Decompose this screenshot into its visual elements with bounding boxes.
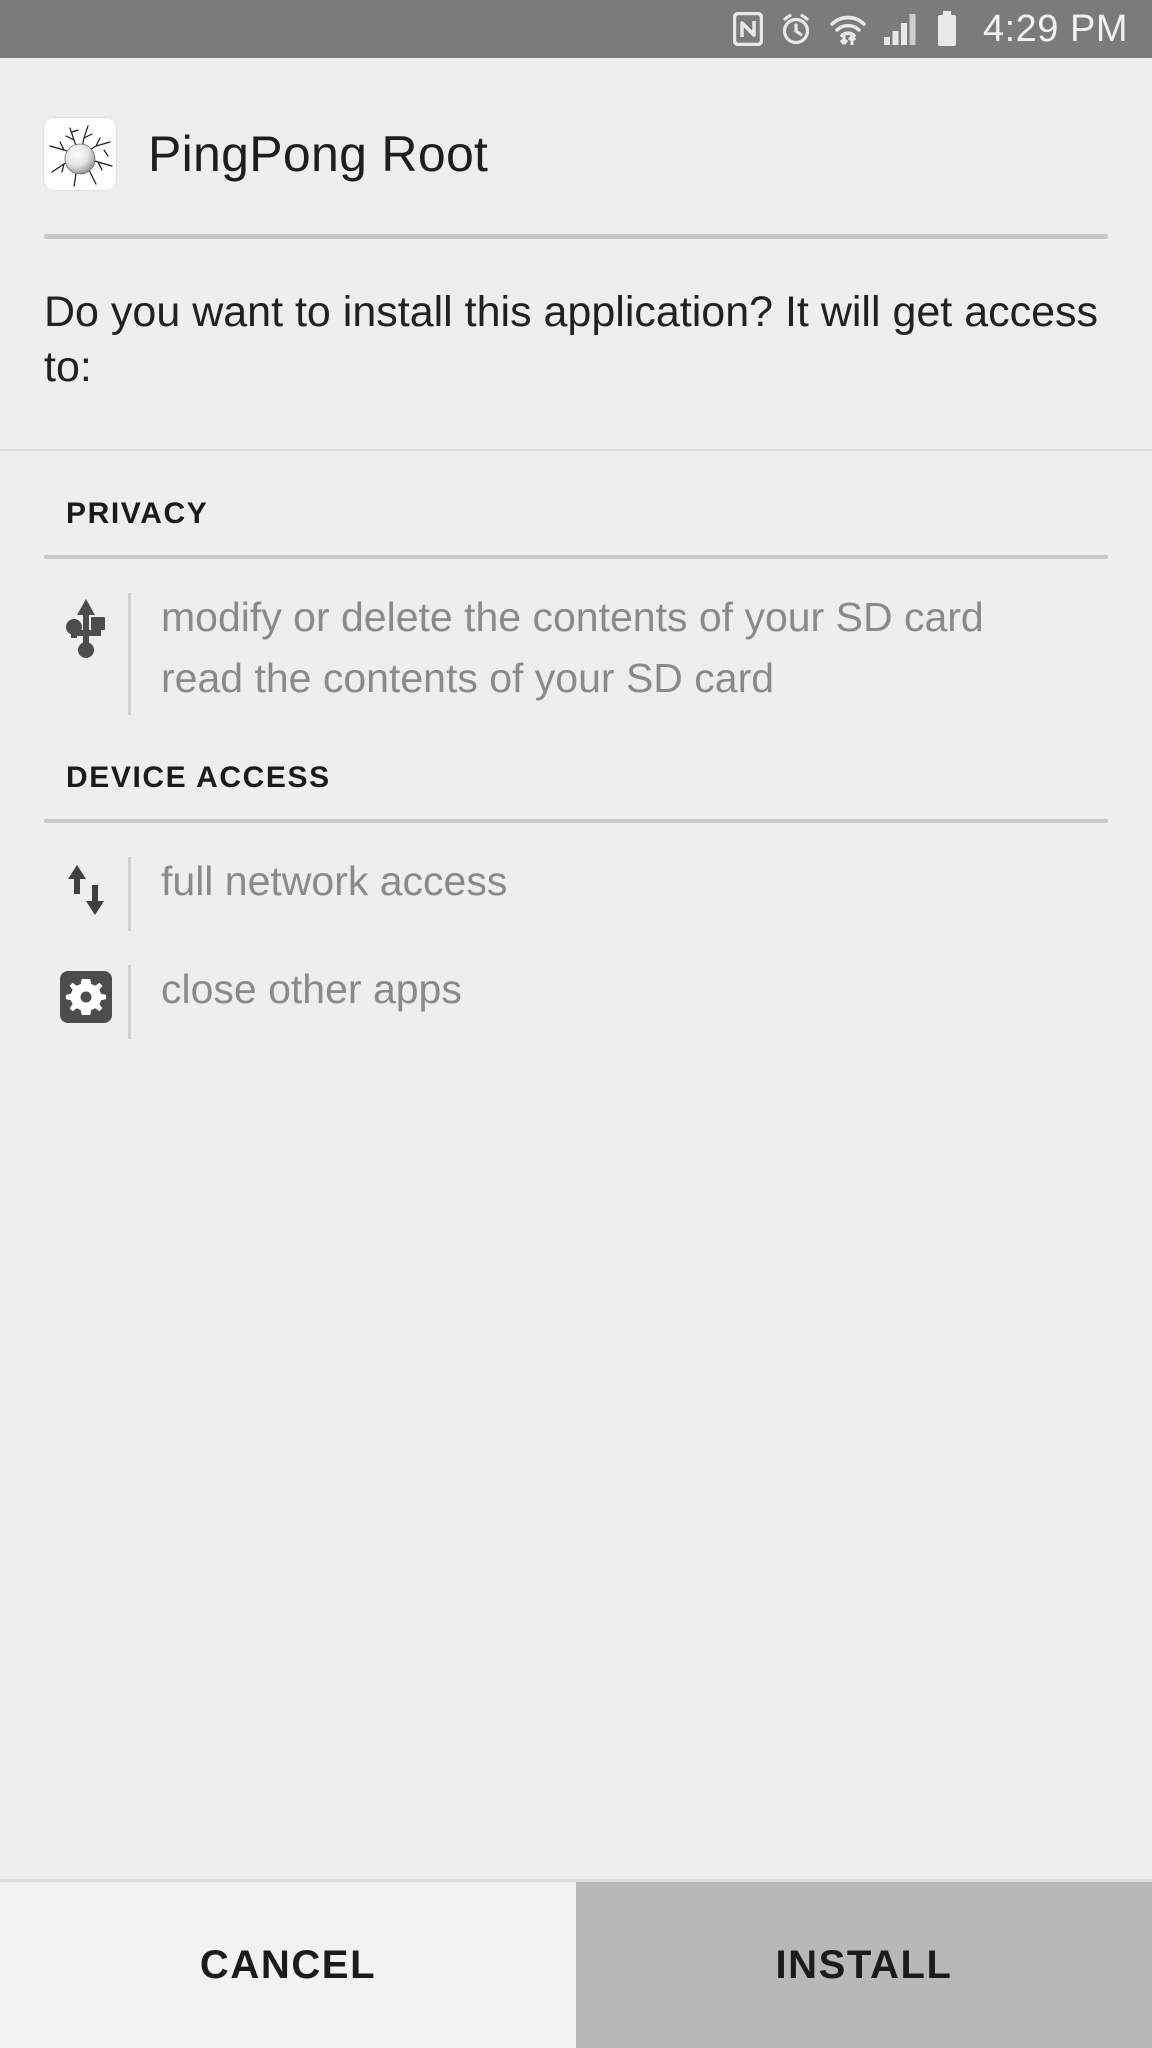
gear-square-icon bbox=[44, 965, 128, 1027]
permission-label: modify or delete the contents of your SD… bbox=[161, 594, 984, 641]
permission-row: close other apps bbox=[44, 931, 1108, 1040]
wifi-transfer-icon bbox=[829, 11, 867, 47]
alarm-icon bbox=[779, 12, 813, 46]
nfc-icon bbox=[732, 12, 763, 46]
usb-icon bbox=[44, 593, 128, 659]
status-bar: 4:29 PM bbox=[0, 0, 1152, 58]
permission-label: full network access bbox=[161, 858, 508, 905]
permission-group-privacy: PRIVACY modify or delete the contents of… bbox=[0, 451, 1152, 716]
battery-icon bbox=[935, 11, 959, 47]
permission-label: close other apps bbox=[161, 966, 462, 1013]
group-title-privacy: PRIVACY bbox=[66, 497, 209, 531]
permission-label: read the contents of your SD card bbox=[161, 655, 775, 702]
permission-row: full network access bbox=[44, 823, 1108, 932]
install-button[interactable]: INSTALL bbox=[576, 1882, 1152, 2048]
cellular-signal-icon bbox=[883, 12, 919, 46]
install-permissions-screen: 4:29 PM PingPong Root Do you want to ins… bbox=[0, 0, 1152, 2048]
permission-group-device-access: DEVICE ACCESS full network access close … bbox=[0, 715, 1152, 1040]
app-name-title: PingPong Root bbox=[148, 126, 489, 182]
network-arrows-icon bbox=[44, 857, 128, 919]
button-bar: CANCEL INSTALL bbox=[0, 1882, 1152, 2048]
install-prompt-text: Do you want to install this application?… bbox=[44, 288, 1099, 392]
group-title-device-access: DEVICE ACCESS bbox=[66, 761, 331, 795]
cracked-ball-icon bbox=[44, 118, 116, 190]
cancel-button[interactable]: CANCEL bbox=[0, 1882, 576, 2048]
permission-groups: PRIVACY modify or delete the contents of… bbox=[0, 451, 1152, 1879]
permission-row: modify or delete the contents of your SD… bbox=[44, 559, 1108, 716]
status-bar-clock: 4:29 PM bbox=[982, 7, 1128, 50]
app-header: PingPong Root bbox=[0, 58, 1152, 239]
